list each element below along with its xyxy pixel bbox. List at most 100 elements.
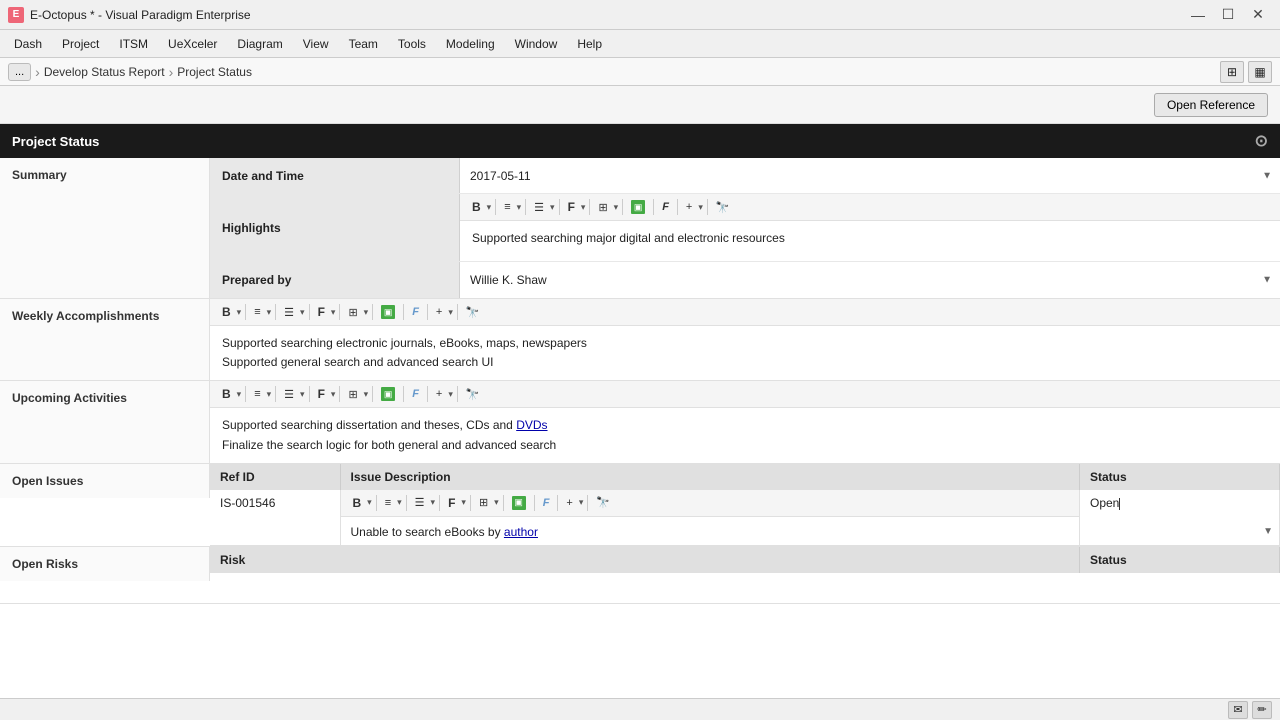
upcoming-content: B ▾ ≡ ▾ ☰ ▾ F ▾ ⊞ ▾ ▣ F + ▾: [210, 381, 1280, 462]
font-button[interactable]: F: [564, 198, 579, 216]
upcoming-plus-button[interactable]: +: [432, 386, 446, 402]
upcoming-italic-button[interactable]: F: [408, 386, 423, 402]
bold-arrow[interactable]: ▾: [487, 202, 492, 213]
align-button[interactable]: ≡: [500, 199, 514, 215]
issue-status-cell[interactable]: Open ▼: [1080, 490, 1280, 546]
status-dropdown-icon[interactable]: ▼: [1263, 526, 1273, 537]
date-time-dropdown-icon[interactable]: ▼: [1262, 170, 1272, 181]
binoculars-button[interactable]: 🔭: [712, 199, 734, 216]
issue-plus-button[interactable]: +: [562, 495, 576, 511]
breadcrumb-develop[interactable]: Develop Status Report: [44, 65, 165, 79]
upcoming-img-button[interactable]: ▣: [377, 385, 399, 403]
col-issue-desc: Issue Description: [340, 464, 1080, 490]
upcoming-line-1: Supported searching dissertation and the…: [222, 416, 1268, 435]
menu-modeling[interactable]: Modeling: [436, 33, 505, 55]
col-risk: Risk: [210, 547, 1080, 573]
issue-bold-button[interactable]: B: [349, 494, 366, 512]
menu-window[interactable]: Window: [505, 33, 568, 55]
table-arrow[interactable]: ▾: [614, 202, 619, 213]
table-button[interactable]: ⊞: [594, 199, 611, 216]
close-button[interactable]: ✕: [1244, 4, 1272, 26]
author-link[interactable]: author: [504, 525, 538, 539]
open-risks-content: Risk Status: [210, 547, 1280, 603]
weekly-plus-button[interactable]: +: [432, 304, 446, 320]
issue-align-button[interactable]: ≡: [381, 495, 395, 511]
weekly-line-1: Supported searching electronic journals,…: [222, 334, 1268, 353]
breadcrumb-layout-icon[interactable]: ▦: [1248, 61, 1272, 83]
breadcrumb-more-button[interactable]: ...: [8, 63, 31, 81]
list-button[interactable]: ☰: [530, 199, 548, 216]
issue-table-button[interactable]: ⊞: [475, 494, 492, 511]
highlights-value[interactable]: Supported searching major digital and el…: [460, 221, 1280, 261]
minimize-button[interactable]: —: [1184, 4, 1212, 26]
maximize-button[interactable]: ☐: [1214, 4, 1242, 26]
font-arrow[interactable]: ▾: [581, 202, 586, 213]
sep4: [589, 199, 590, 215]
image-green-button[interactable]: ▣: [627, 198, 649, 216]
section-settings-icon[interactable]: ⊙: [1255, 131, 1268, 151]
dvds-link[interactable]: DVDs: [516, 418, 547, 432]
sep1: [495, 199, 496, 215]
prepared-by-value[interactable]: Willie K. Shaw ▼: [460, 262, 1280, 298]
weekly-img-button[interactable]: ▣: [377, 303, 399, 321]
sep5: [622, 199, 623, 215]
upcoming-list-button[interactable]: ☰: [280, 386, 298, 403]
upcoming-font-button[interactable]: F: [314, 385, 329, 403]
risks-empty-row: [210, 573, 1280, 603]
weekly-italic-button[interactable]: F: [408, 304, 423, 320]
issue-binoculars-button[interactable]: 🔭: [592, 494, 614, 511]
weekly-list-button[interactable]: ☰: [280, 304, 298, 321]
menu-tools[interactable]: Tools: [388, 33, 436, 55]
weekly-align-button[interactable]: ≡: [250, 304, 264, 320]
bold-button[interactable]: B: [468, 198, 485, 216]
weekly-label: Weekly Accomplishments: [0, 299, 210, 380]
date-time-field: Date and Time 2017-05-11 ▼: [210, 158, 1280, 194]
prepared-by-dropdown-icon[interactable]: ▼: [1262, 275, 1272, 286]
issue-status-value: Open: [1090, 496, 1119, 510]
upcoming-binoculars-button[interactable]: 🔭: [462, 386, 484, 403]
menu-team[interactable]: Team: [339, 33, 388, 55]
upcoming-table-button[interactable]: ⊞: [344, 386, 361, 403]
weekly-binoculars-button[interactable]: 🔭: [462, 304, 484, 321]
section-title: Project Status: [12, 134, 99, 149]
align-arrow[interactable]: ▾: [517, 202, 522, 213]
breadcrumb-grid-icon[interactable]: ⊞: [1220, 61, 1244, 83]
weekly-content-text[interactable]: Supported searching electronic journals,…: [210, 326, 1280, 380]
list-arrow[interactable]: ▾: [550, 202, 555, 213]
upcoming-align-button[interactable]: ≡: [250, 386, 264, 402]
font-italic-button[interactable]: F: [658, 199, 673, 215]
menu-uexceler[interactable]: UeXceler: [158, 33, 227, 55]
weekly-bold-button[interactable]: B: [218, 303, 235, 321]
menu-dash[interactable]: Dash: [4, 33, 52, 55]
menu-diagram[interactable]: Diagram: [227, 33, 292, 55]
menu-itsm[interactable]: ITSM: [109, 33, 158, 55]
issue-desc-toolbar: B ▾ ≡ ▾ ☰ ▾ F ▾: [341, 490, 1080, 517]
issue-img-button[interactable]: ▣: [508, 494, 530, 512]
issue-italic-button[interactable]: F: [539, 495, 554, 511]
status-bar: ✉ ✏: [0, 698, 1280, 720]
breadcrumb-project-status[interactable]: Project Status: [177, 65, 252, 79]
plus-button[interactable]: +: [682, 199, 696, 215]
weekly-table-button[interactable]: ⊞: [344, 304, 361, 321]
issue-font-button[interactable]: F: [444, 494, 459, 512]
weekly-toolbar: B ▾ ≡ ▾ ☰ ▾ F ▾ ⊞ ▾ ▣ F + ▾: [210, 299, 1280, 326]
window-controls[interactable]: — ☐ ✕: [1184, 4, 1272, 26]
menu-view[interactable]: View: [293, 33, 339, 55]
menu-help[interactable]: Help: [567, 33, 612, 55]
menu-project[interactable]: Project: [52, 33, 109, 55]
date-time-value[interactable]: 2017-05-11 ▼: [460, 158, 1280, 193]
email-icon[interactable]: ✉: [1228, 701, 1248, 719]
weekly-font-button[interactable]: F: [314, 303, 329, 321]
date-time-label: Date and Time: [210, 158, 460, 193]
highlights-field: Highlights B ▾ ≡ ▾ ☰ ▾ F: [210, 194, 1280, 262]
edit-icon[interactable]: ✏: [1252, 701, 1272, 719]
issue-row-1: IS-001546 B ▾ ≡ ▾ ☰ ▾: [210, 490, 1280, 546]
open-issues-row: Open Issues Ref ID Issue Description Sta…: [0, 464, 1280, 547]
plus-arrow[interactable]: ▾: [698, 202, 703, 213]
upcoming-bold-button[interactable]: B: [218, 385, 235, 403]
highlights-toolbar: B ▾ ≡ ▾ ☰ ▾ F ▾ ⊞: [460, 194, 1280, 221]
open-reference-button[interactable]: Open Reference: [1154, 93, 1268, 117]
upcoming-content-text[interactable]: Supported searching dissertation and the…: [210, 408, 1280, 462]
open-issues-label: Open Issues: [0, 464, 210, 498]
issue-list-button[interactable]: ☰: [411, 494, 429, 511]
